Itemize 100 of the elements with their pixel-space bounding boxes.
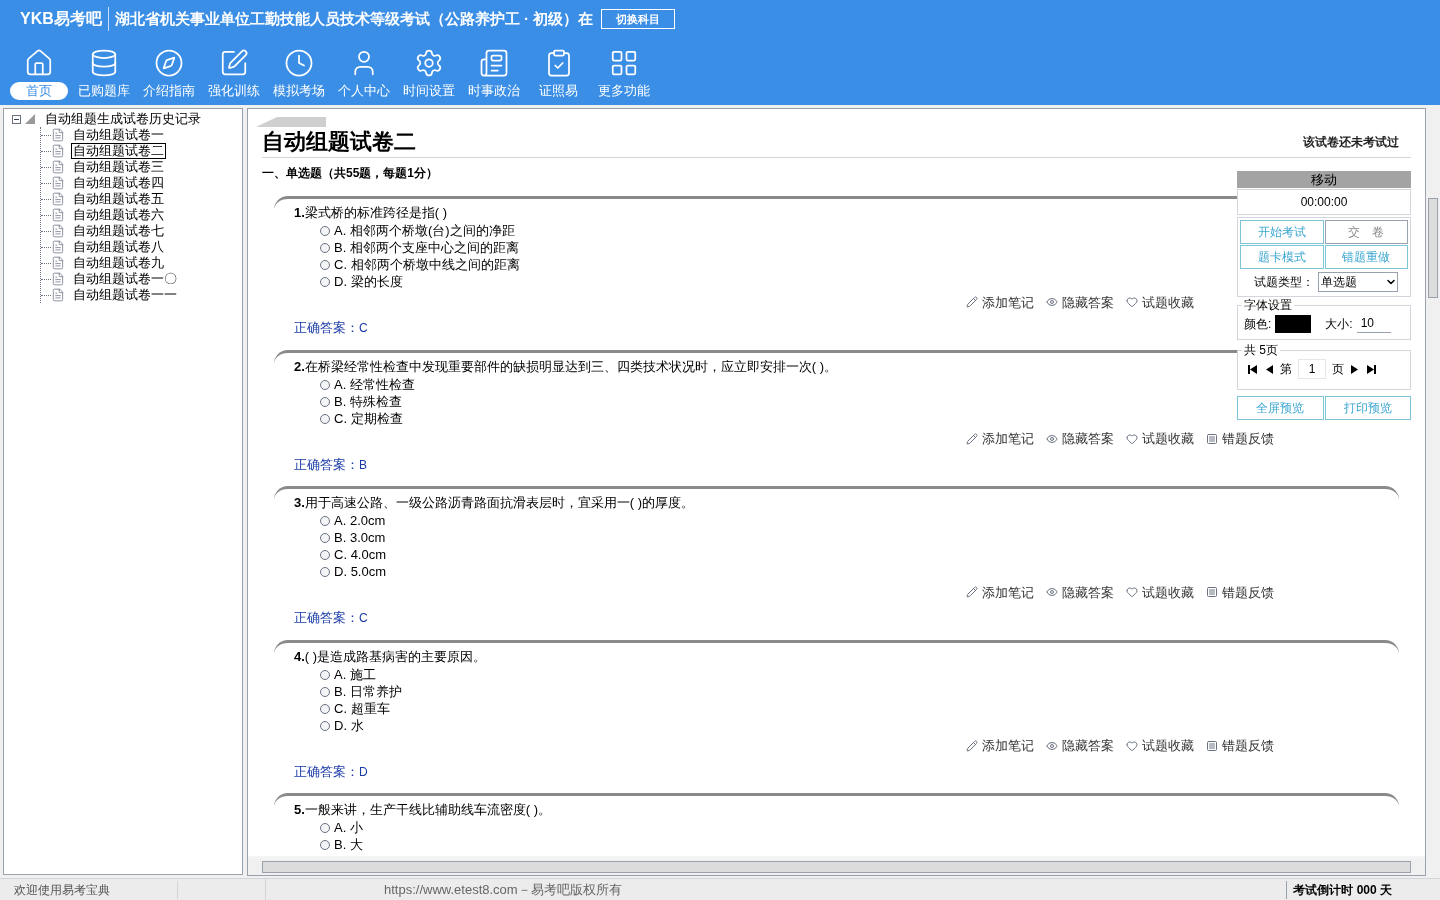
- document-icon: [51, 176, 65, 190]
- answer-label: 正确答案：: [294, 456, 359, 472]
- radio-button[interactable]: [320, 703, 330, 714]
- countdown-text: 考试倒计时 000 天: [1286, 880, 1440, 899]
- radio-button[interactable]: [320, 516, 330, 526]
- document-icon: [51, 160, 65, 174]
- answer-label: 正确答案：: [294, 320, 359, 335]
- copyright-text: https://www.etest8.com－易考吧版权所有: [383, 880, 623, 899]
- answer-label: 正确答案：: [294, 610, 359, 625]
- question-action[interactable]: 错题反馈: [1206, 736, 1274, 756]
- timer: 00:00:00: [1237, 189, 1411, 215]
- answer-value: B: [359, 457, 367, 472]
- radio-button[interactable]: [320, 243, 330, 253]
- radio-button[interactable]: [320, 379, 330, 390]
- tree-item[interactable]: 自动组题试卷一一: [71, 287, 179, 303]
- paper-title: 自动组题试卷二: [262, 129, 416, 155]
- heart-icon: [1126, 432, 1138, 445]
- question-action[interactable]: 试题收藏: [1126, 736, 1194, 756]
- tree-item[interactable]: 自动组题试卷一: [71, 127, 166, 143]
- question-action[interactable]: 添加笔记: [966, 736, 1034, 756]
- question-action[interactable]: 试题收藏: [1126, 582, 1194, 602]
- tree-item[interactable]: 自动组题试卷三: [71, 159, 166, 175]
- option-text: B. 相邻两个支座中心之间的距离: [334, 239, 519, 258]
- question-action[interactable]: 添加笔记: [966, 292, 1034, 312]
- eye-icon: [1046, 586, 1058, 599]
- previous-page-icon[interactable]: [1264, 364, 1274, 374]
- heart-icon: [1126, 296, 1138, 309]
- first-page-icon[interactable]: [1248, 364, 1258, 374]
- radio-button[interactable]: [320, 226, 330, 236]
- pencil-icon: [966, 432, 978, 445]
- option-text: B. 3.0cm: [334, 529, 386, 548]
- paper-status: 该试卷还未考试过: [1303, 134, 1399, 151]
- toolbar-button[interactable]: 首页: [6, 48, 71, 100]
- radio-button[interactable]: [320, 823, 330, 833]
- question-text: 1.梁式桥的标准跨径是指( ): [294, 204, 448, 222]
- radio-button[interactable]: [320, 840, 330, 850]
- tree-root[interactable]: 自动组题生成试卷历史记录: [45, 109, 201, 129]
- question-action[interactable]: 试题收藏: [1126, 429, 1194, 449]
- clock-icon: [283, 48, 314, 78]
- color-swatch[interactable]: [1275, 314, 1312, 333]
- option-text: D. 5.0cm: [334, 563, 387, 582]
- list-icon: [1206, 432, 1218, 445]
- tree-item[interactable]: 自动组题试卷八: [71, 239, 166, 255]
- panel-title[interactable]: 移动: [1237, 171, 1411, 188]
- radio-button[interactable]: [320, 720, 330, 731]
- tree-item[interactable]: 自动组题试卷一〇: [71, 271, 179, 287]
- radio-button[interactable]: [320, 277, 330, 287]
- type-select[interactable]: 单选题: [1318, 272, 1398, 292]
- tree-item[interactable]: 自动组题试卷六: [71, 207, 166, 223]
- newspaper-icon: [478, 48, 509, 78]
- document-icon: [51, 144, 65, 158]
- question-text: 2.在桥梁经常性检查中发现重要部件的缺损明显达到三、四类技术状况时，应立即安排一次( )。: [294, 357, 838, 376]
- pencil-icon: [966, 739, 978, 752]
- type-label: 试题类型：: [1254, 274, 1314, 291]
- question-text: 3.用于高速公路、一级公路沥青路面抗滑表层时，宜采用一( )的厚度。: [294, 494, 695, 512]
- radio-button[interactable]: [320, 669, 330, 680]
- radio-button[interactable]: [320, 550, 330, 560]
- collapse-toggle[interactable]: [12, 114, 21, 124]
- question-action[interactable]: 错题反馈: [1206, 582, 1274, 602]
- question-action[interactable]: 隐藏答案: [1046, 736, 1114, 756]
- panel-button[interactable]: 交 卷: [1324, 220, 1408, 244]
- list-icon: [1206, 739, 1218, 752]
- option-text: B. 特殊检查: [334, 392, 402, 411]
- option-text: A. 施工: [334, 665, 376, 684]
- last-page-icon[interactable]: [1366, 364, 1376, 374]
- list-icon: [1206, 586, 1218, 599]
- heart-icon: [1126, 739, 1138, 752]
- question-action[interactable]: 错题反馈: [1206, 429, 1274, 449]
- radio-button[interactable]: [320, 686, 330, 697]
- question-action[interactable]: 添加笔记: [966, 582, 1034, 602]
- page-field[interactable]: 1: [1298, 359, 1326, 379]
- tree-item[interactable]: 自动组题试卷五: [71, 191, 166, 207]
- question-action[interactable]: 隐藏答案: [1046, 429, 1114, 449]
- welcome-text: 欢迎使用易考宝典: [0, 880, 178, 899]
- next-page-icon[interactable]: [1350, 364, 1360, 374]
- tree-item[interactable]: 自动组题试卷二: [71, 143, 166, 159]
- horizontal-scrollbar[interactable]: [248, 859, 1425, 875]
- option-text: B. 日常养护: [334, 682, 402, 701]
- triangle-icon: [25, 114, 35, 124]
- question-action[interactable]: 隐藏答案: [1046, 582, 1114, 602]
- tree-item[interactable]: 自动组题试卷四: [71, 175, 166, 191]
- radio-button[interactable]: [320, 567, 330, 577]
- question-text: 5.一般来讲，生产干线比辅助线车流密度( )。: [294, 801, 552, 819]
- answer-value: C: [359, 321, 368, 335]
- document-icon: [51, 240, 65, 254]
- tree-item[interactable]: 自动组题试卷九: [71, 255, 166, 271]
- radio-button[interactable]: [320, 413, 330, 424]
- group-title: 共 5页: [1242, 343, 1280, 357]
- question-action[interactable]: 试题收藏: [1126, 292, 1194, 312]
- document-icon: [51, 192, 65, 206]
- radio-button[interactable]: [320, 533, 330, 543]
- question-action[interactable]: 隐藏答案: [1046, 292, 1114, 312]
- radio-button[interactable]: [320, 396, 330, 407]
- document-icon: [51, 256, 65, 270]
- option-text: C. 超重车: [334, 699, 390, 718]
- size-field[interactable]: 10: [1356, 314, 1391, 333]
- answer-label: 正确答案：: [294, 763, 359, 779]
- tree-item[interactable]: 自动组题试卷七: [71, 223, 166, 239]
- radio-button[interactable]: [320, 260, 330, 270]
- question-action[interactable]: 添加笔记: [966, 429, 1034, 449]
